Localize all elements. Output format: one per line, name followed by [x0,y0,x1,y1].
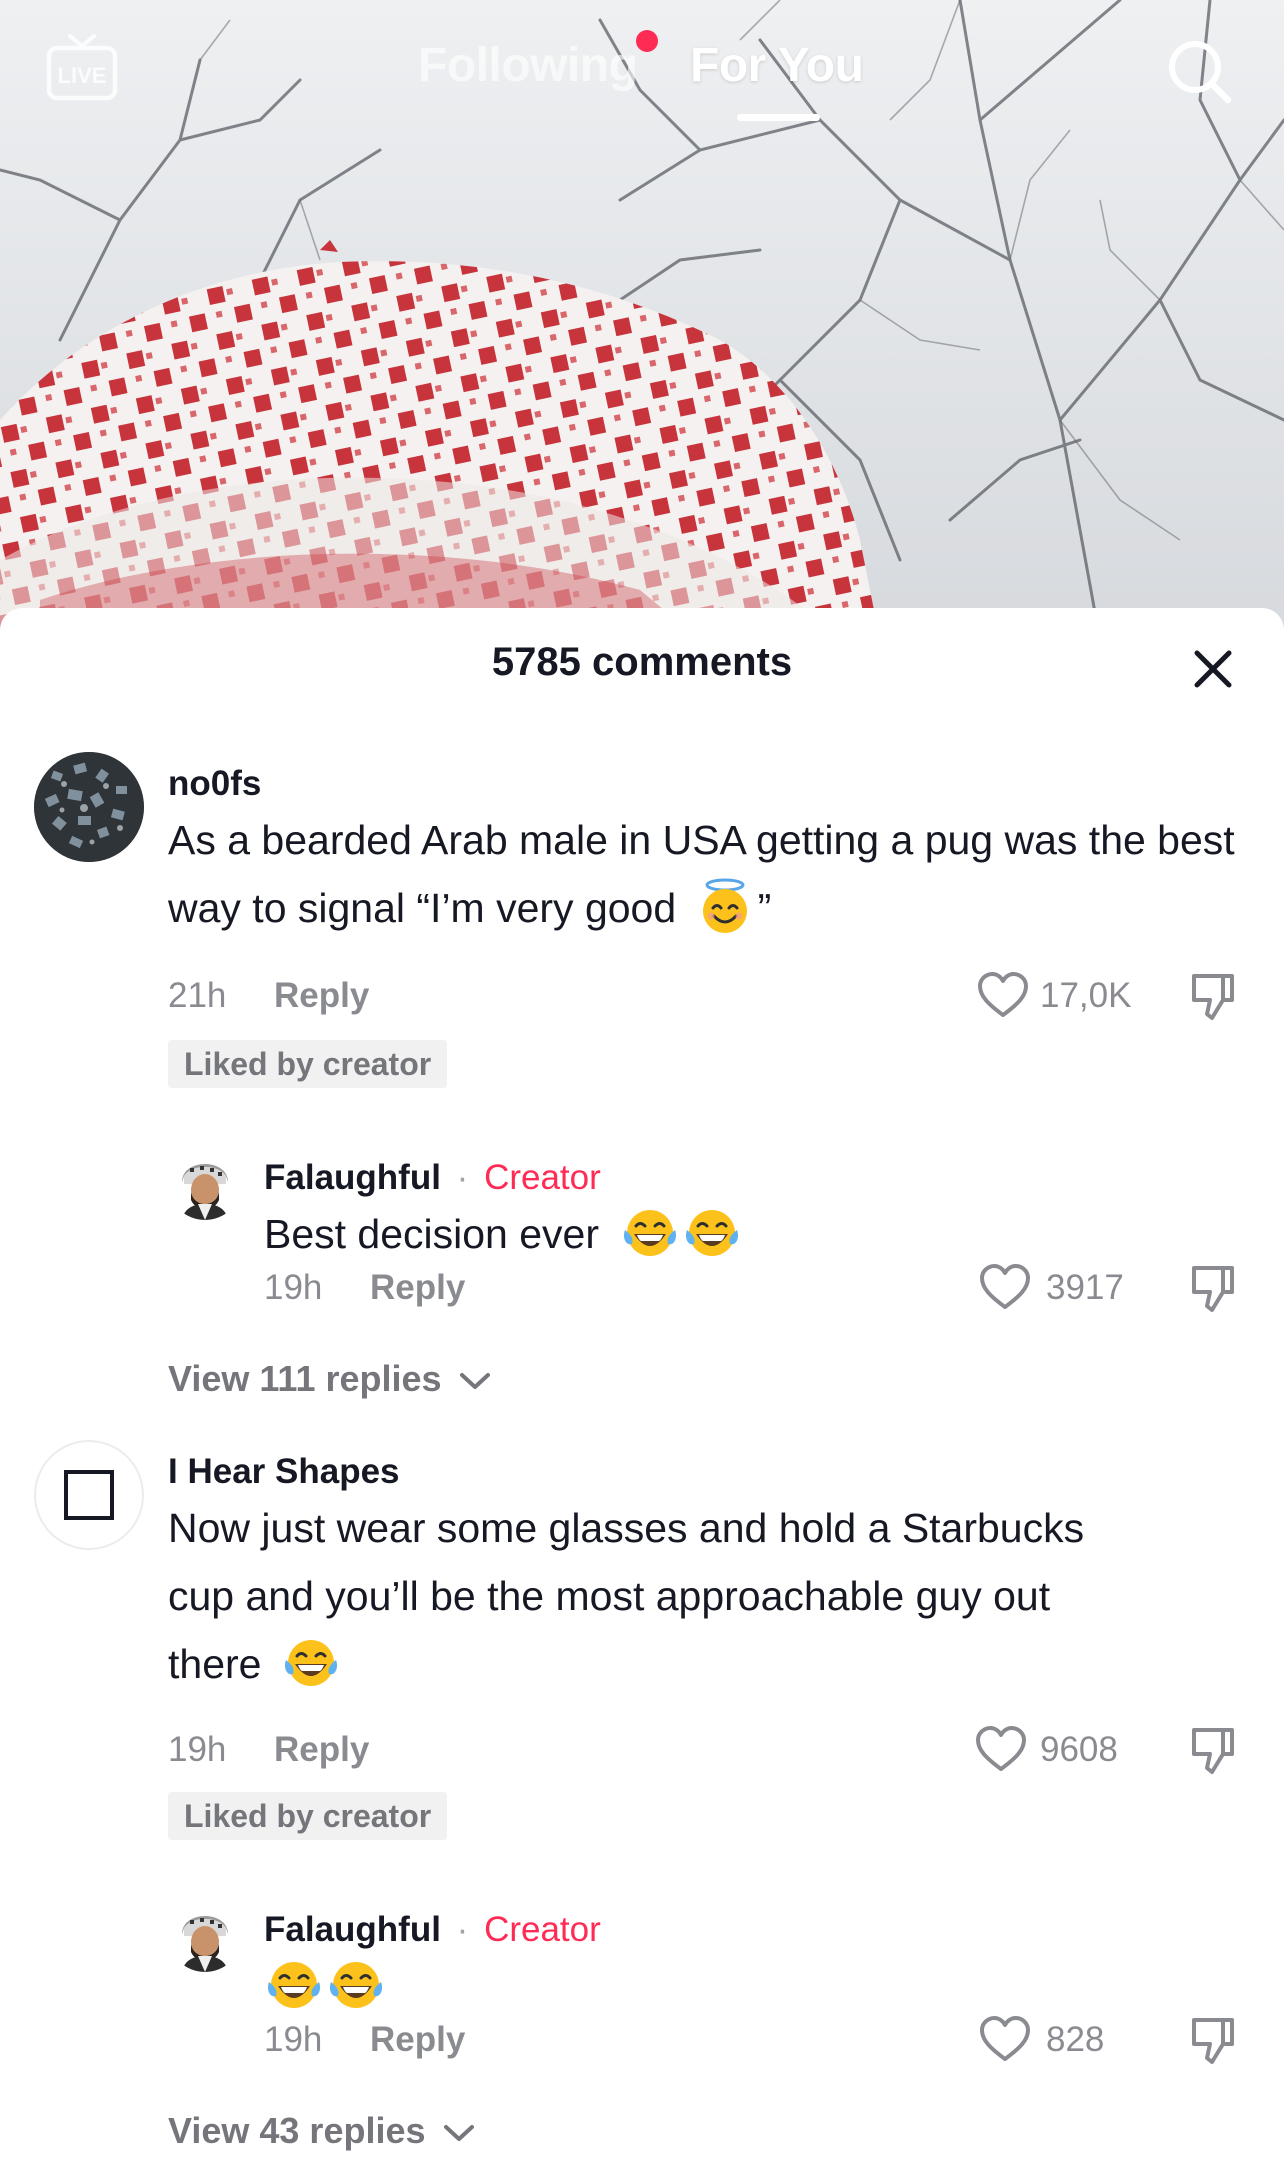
comment-username[interactable]: no0fs [168,764,261,804]
reply-button[interactable]: Reply [370,2020,465,2060]
face-with-tears-of-joy-icon [686,1210,739,1257]
face-with-tears-of-joy-icon [329,1962,383,2009]
tab-following[interactable]: Following [418,38,638,93]
like-heart-icon[interactable] [974,1724,1028,1774]
comment-text-line-3: there [168,1641,262,1687]
reply-username-text[interactable]: Falaughful [264,1158,441,1197]
face-with-tears-of-joy-icon [624,1210,677,1257]
smiling-face-with-halo-icon [702,878,747,934]
face-with-tears-of-joy-icon [267,1962,321,2009]
reply-username-text[interactable]: Falaughful [264,1910,441,1949]
like-count: 828 [1046,2020,1105,2059]
video-player[interactable]: LIVE Following For You [0,0,1284,640]
close-icon[interactable] [1190,646,1236,692]
comments-count-title: 5785 comments [491,640,793,684]
view-replies-button[interactable]: View 43 replies [168,2110,476,2152]
comments-sheet: 5785 comments no0fs As a bearded Arab ma… [0,608,1284,2165]
creator-separator: · [456,1158,469,1197]
live-label: LIVE [58,63,107,88]
avatar[interactable] [34,752,144,862]
reply-username: Falaughful · Creator [264,1158,601,1198]
comment-text-end: ” [757,885,772,931]
search-icon[interactable] [1162,34,1236,108]
dislike-icon[interactable] [1188,970,1238,1022]
new-content-badge [636,30,658,52]
comment-timestamp: 21h [168,976,227,1015]
reply-username: Falaughful · Creator [264,1910,601,1950]
top-navigation: LIVE Following For You [0,0,1284,140]
creator-tag: Creator [484,1910,601,1949]
liked-by-creator-badge: Liked by creator [168,1792,448,1840]
comment-text-line: there [168,1630,1238,1698]
tab-for-you[interactable]: For You [690,38,864,93]
reply-button[interactable]: Reply [274,1730,369,1770]
dislike-icon[interactable] [1188,1262,1238,1314]
like-heart-icon[interactable] [976,970,1030,1020]
reply-text-body: Best decision ever [264,1211,600,1257]
creator-separator: · [456,1910,469,1949]
comment-item: no0fs As a bearded Arab male in USA gett… [0,750,1284,1399]
view-replies-button[interactable]: View 111 replies [168,1358,492,1400]
comment-text: As a bearded Arab male in USA getting a … [168,806,1238,942]
dislike-icon[interactable] [1188,2014,1238,2066]
comment-timestamp: 19h [168,1730,227,1769]
like-count: 3917 [1046,1268,1124,1307]
reply-text: Best decision ever [264,1200,1224,1268]
reply-button[interactable]: Reply [274,976,369,1016]
comment-text-line: Now just wear some glasses and hold a St… [168,1505,1085,1551]
comment-username[interactable]: I Hear Shapes [168,1452,400,1492]
avatar[interactable] [168,1898,242,1972]
reply-button[interactable]: Reply [370,1268,465,1308]
chevron-down-icon [459,1373,490,1390]
comment-text: Now just wear some glasses and hold a St… [168,1494,1238,1698]
active-tab-indicator [737,114,820,121]
avatar[interactable] [168,1146,242,1220]
like-heart-icon[interactable] [978,1262,1032,1312]
like-count: 9608 [1040,1730,1118,1769]
like-count: 17,0K [1040,976,1132,1015]
liked-by-creator-badge: Liked by creator [168,1040,448,1088]
chevron-down-icon [443,2125,474,2142]
avatar[interactable] [34,1440,144,1550]
creator-tag: Creator [484,1158,601,1197]
view-replies-label: View 43 replies [168,2110,426,2151]
face-with-tears-of-joy-icon [284,1640,337,1687]
reply-timestamp: 19h [264,1268,323,1307]
live-tv-icon[interactable]: LIVE [44,30,120,106]
reply-text [264,1952,564,2020]
comment-text-line: cup and you’ll be the most approachable … [168,1573,1051,1619]
comment-item: I Hear Shapes Now just wear some glasses… [0,1438,1284,2151]
view-replies-label: View 111 replies [168,1358,442,1399]
dislike-icon[interactable] [1188,1724,1238,1776]
reply-timestamp: 19h [264,2020,323,2059]
like-heart-icon[interactable] [978,2014,1032,2064]
